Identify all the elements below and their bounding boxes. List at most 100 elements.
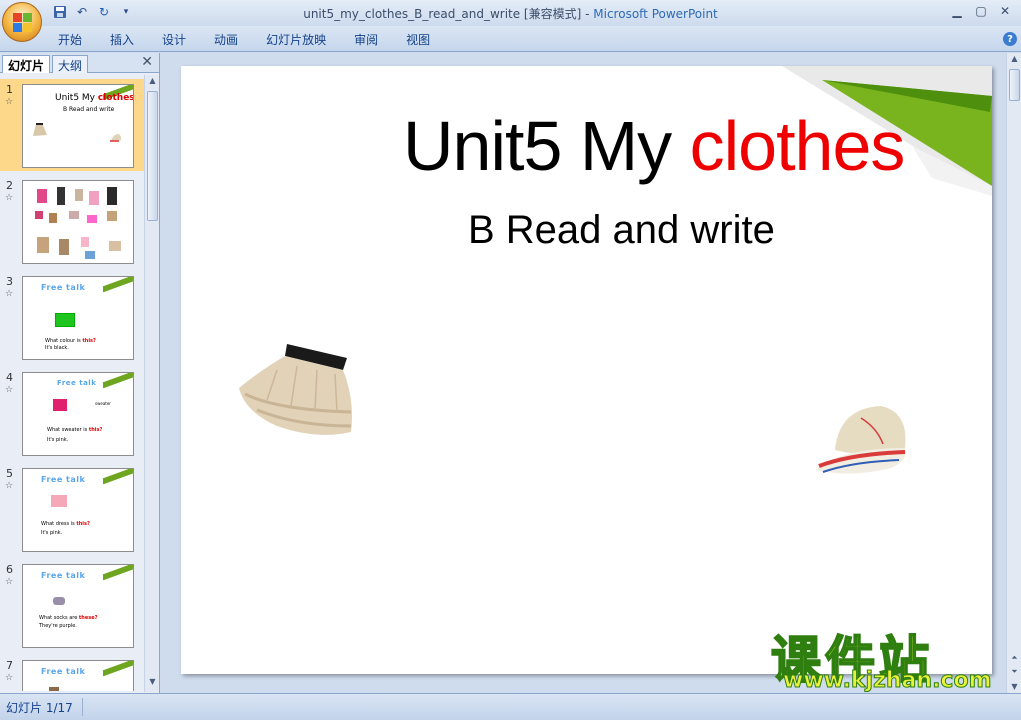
corner-decoration xyxy=(103,661,133,676)
slide-number: 1 xyxy=(6,83,13,96)
scrollbar-thumb[interactable] xyxy=(1009,69,1020,101)
tab-view[interactable]: 视图 xyxy=(406,31,430,48)
slide-number: 5 xyxy=(6,467,13,480)
star-icon: ☆ xyxy=(5,385,14,395)
status-bar: 幻灯片 1/17 xyxy=(0,693,1021,720)
close-panel-icon[interactable]: ✕ xyxy=(141,54,153,70)
editor-scrollbar[interactable]: ▲ ⏶ ⏷ ▼ xyxy=(1006,53,1021,693)
corner-decoration xyxy=(103,277,133,292)
thumb-line: What sweater is this? xyxy=(47,427,102,433)
star-icon: ☆ xyxy=(5,673,14,683)
slide-thumbnail-5[interactable]: 5 ☆ Free talk What dress is this? It's p… xyxy=(0,463,144,555)
slide-number: 4 xyxy=(6,371,13,384)
slide-number: 3 xyxy=(6,275,13,288)
corner-decoration xyxy=(103,469,133,484)
scroll-up-icon[interactable]: ▲ xyxy=(145,76,160,90)
office-button-icon xyxy=(13,13,33,33)
tab-slides[interactable]: 幻灯片 xyxy=(2,55,51,73)
corner-decoration xyxy=(103,565,133,580)
star-icon: ☆ xyxy=(5,193,14,203)
thumb-line: What colour is this? xyxy=(45,338,96,344)
thumb-subtitle: B Read and write xyxy=(63,106,115,113)
slide-title: Unit5 My clothes xyxy=(403,106,905,186)
tab-outline[interactable]: 大纲 xyxy=(52,55,89,73)
slide-thumbnail-4[interactable]: 4 ☆ Free talk sweater What sweater is th… xyxy=(0,367,144,459)
thumbnail-image: Free talk sweater What sweater is this? … xyxy=(22,372,134,456)
slide-thumbnail-1[interactable]: 1 ☆ Unit5 My clothes B Read and write xyxy=(0,79,144,171)
scroll-down-icon[interactable]: ▼ xyxy=(1007,682,1021,691)
thumb-line: It's pink. xyxy=(47,437,69,443)
ribbon: 开始 插入 设计 动画 幻灯片放映 审阅 视图 ? xyxy=(0,26,1021,52)
tab-slideshow[interactable]: 幻灯片放映 xyxy=(266,31,326,48)
watermark-logo: 课件站 www.kjzhan.com xyxy=(761,620,1001,696)
office-button[interactable] xyxy=(2,2,42,42)
thumb-line: What dress is this? xyxy=(41,521,90,527)
slide-indicator: 幻灯片 1/17 xyxy=(6,701,73,715)
maximize-icon[interactable]: ▢ xyxy=(971,3,991,19)
minimize-icon[interactable]: ▁ xyxy=(947,3,967,19)
help-icon[interactable]: ? xyxy=(1003,32,1017,46)
current-slide[interactable]: Unit5 My clothes B Read and write xyxy=(181,66,992,674)
ribbon-tabs: 开始 插入 设计 动画 幻灯片放映 审阅 视图 xyxy=(58,31,458,48)
thumb-picture xyxy=(49,687,59,691)
tab-insert[interactable]: 插入 xyxy=(110,31,134,48)
thumb-line: They're purple. xyxy=(39,623,77,629)
star-icon: ☆ xyxy=(5,97,14,107)
tab-design[interactable]: 设计 xyxy=(162,31,186,48)
thumb-line: It's black. xyxy=(45,345,69,351)
skirt-icon xyxy=(33,123,47,136)
thumb-heading: Free talk xyxy=(41,283,86,292)
thumb-line-accent: this? xyxy=(82,338,96,344)
thumb-picture xyxy=(51,495,67,507)
thumb-heading: Free talk xyxy=(41,475,86,484)
thumb-title-main: Unit5 My xyxy=(55,93,98,103)
tab-home[interactable]: 开始 xyxy=(58,31,82,48)
slide-number: 6 xyxy=(6,563,13,576)
slide-thumbnail-7[interactable]: 7 ☆ Free talk xyxy=(0,655,144,691)
thumb-line-accent: this? xyxy=(76,521,90,527)
thumb-picture xyxy=(53,597,65,605)
thumb-title: Unit5 My clothes xyxy=(55,93,133,103)
thumbnail-image: Unit5 My clothes B Read and write xyxy=(22,84,134,168)
thumbnail-image: Free talk What socks are these? They're … xyxy=(22,564,134,648)
slide-editor: Unit5 My clothes B Read and write xyxy=(161,53,1006,693)
close-icon[interactable]: ✕ xyxy=(995,3,1015,19)
scrollbar-thumb[interactable] xyxy=(147,91,158,221)
slide-number: 7 xyxy=(6,659,13,672)
star-icon: ☆ xyxy=(5,481,14,491)
previous-slide-icon[interactable]: ⏶ xyxy=(1007,653,1021,663)
slide-thumbnail-6[interactable]: 6 ☆ Free talk What socks are these? They… xyxy=(0,559,144,651)
next-slide-icon[interactable]: ⏷ xyxy=(1007,667,1021,677)
thumb-line-text: What dress is xyxy=(41,521,77,527)
scroll-up-icon[interactable]: ▲ xyxy=(1007,54,1021,63)
thumbnail-image xyxy=(22,180,134,264)
thumbnail-scrollbar[interactable]: ▲ ▼ xyxy=(144,75,159,692)
star-icon: ☆ xyxy=(5,577,14,587)
scroll-down-icon[interactable]: ▼ xyxy=(145,677,160,691)
panel-tabs: 幻灯片 大纲 ✕ xyxy=(0,53,159,73)
slide-thumbnail-2[interactable]: 2 ☆ xyxy=(0,175,144,267)
clothes-collage xyxy=(35,187,121,259)
thumb-line-text: What colour is xyxy=(45,338,83,344)
slides-panel: 幻灯片 大纲 ✕ 1 ☆ Unit5 My clothes B Read and… xyxy=(0,53,160,693)
thumbnail-image: Free talk What dress is this? It's pink. xyxy=(22,468,134,552)
corner-decoration xyxy=(103,373,133,388)
app-name: Microsoft PowerPoint xyxy=(593,7,718,21)
thumb-side-label: sweater xyxy=(95,401,111,406)
watermark-url: www.kjzhan.com xyxy=(783,668,993,694)
tab-animations[interactable]: 动画 xyxy=(214,31,238,48)
slide-thumbnail-3[interactable]: 3 ☆ Free talk What colour is this? It's … xyxy=(0,271,144,363)
slide-subtitle: B Read and write xyxy=(468,208,775,252)
slide-number: 2 xyxy=(6,179,13,192)
window-controls: ▁ ▢ ✕ xyxy=(947,3,1015,19)
thumbnail-image: Free talk xyxy=(22,660,134,691)
thumb-line-accent: this? xyxy=(88,427,103,433)
thumb-heading: Free talk xyxy=(41,667,86,676)
tab-review[interactable]: 审阅 xyxy=(354,31,378,48)
thumb-line-accent: these? xyxy=(78,615,98,621)
thumb-heading: Free talk xyxy=(41,571,86,580)
thumb-picture xyxy=(55,313,75,327)
thumb-picture xyxy=(53,399,67,411)
thumb-line-text: What socks are xyxy=(39,615,79,621)
star-icon: ☆ xyxy=(5,289,14,299)
